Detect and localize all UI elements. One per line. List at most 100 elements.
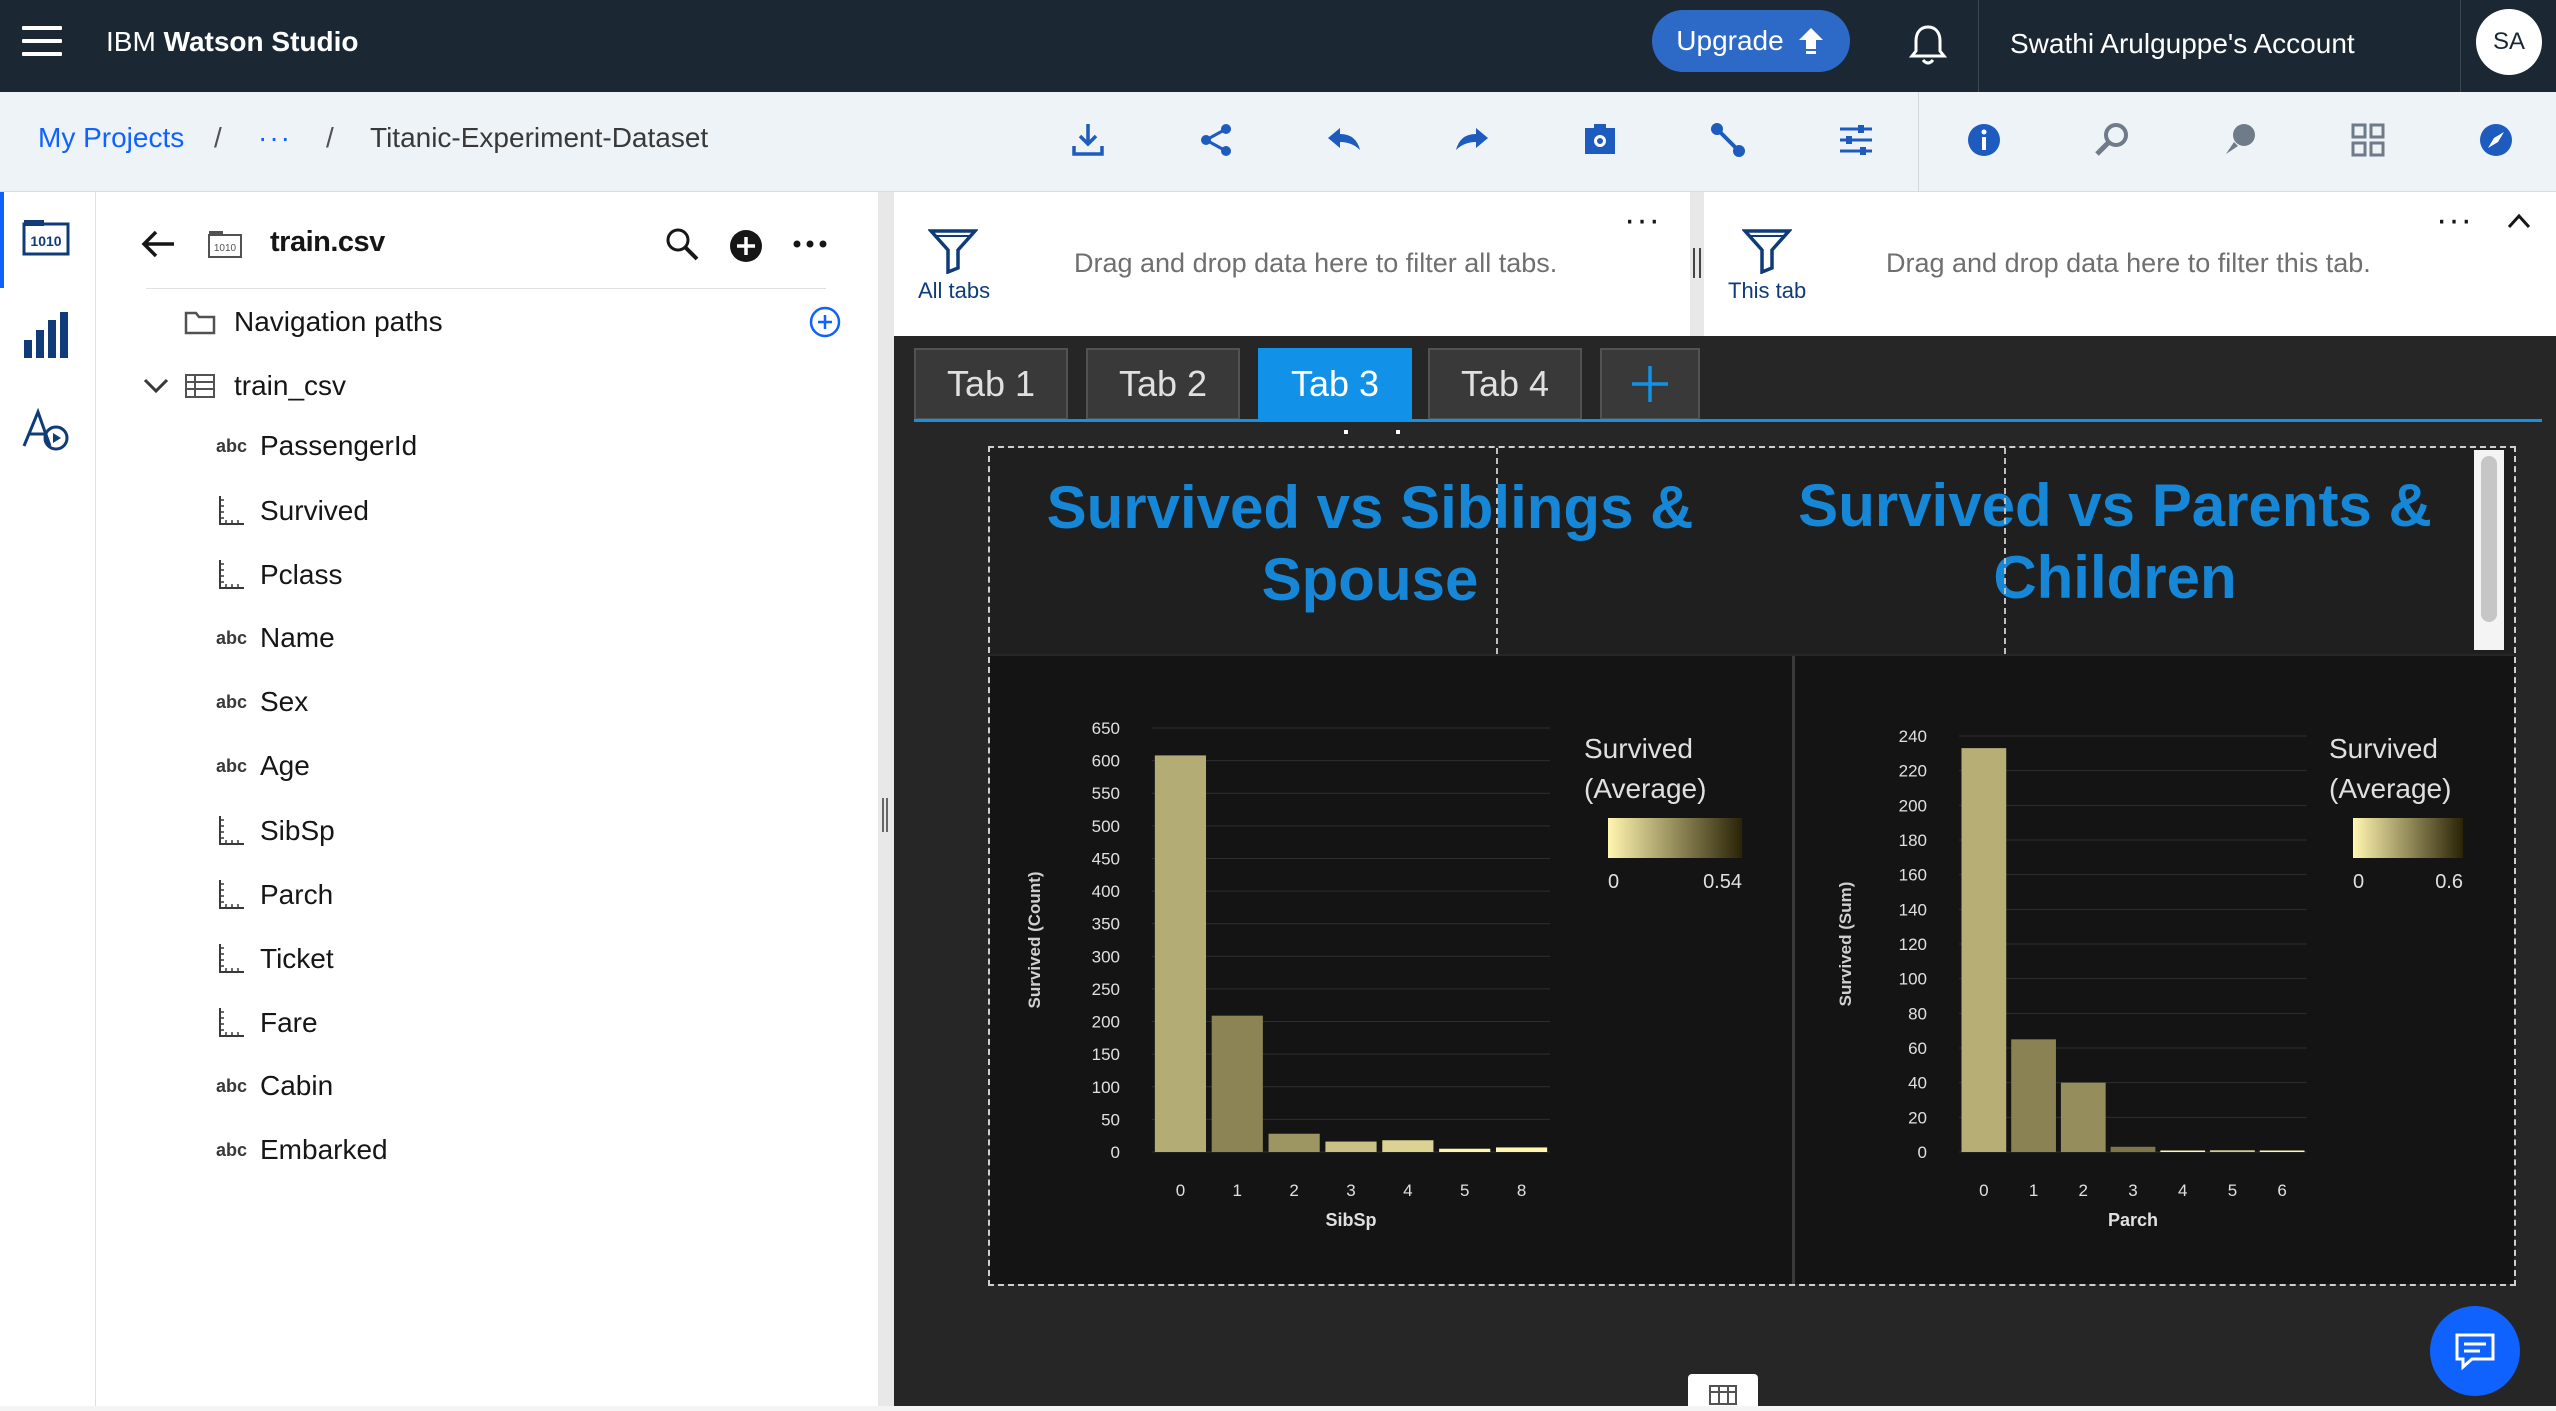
column-item[interactable]: Survived (216, 494, 369, 528)
brand-name: Watson Studio (163, 26, 359, 57)
breadcrumb-current: Titanic-Experiment-Dataset (370, 122, 709, 153)
chat-assist-icon[interactable] (2220, 120, 2260, 160)
tab-2[interactable]: Tab 2 (1086, 348, 1240, 420)
text-column-icon: abc (216, 1139, 248, 1160)
visualizations-icon[interactable] (22, 310, 70, 360)
upgrade-arrow-icon (1798, 28, 1823, 54)
column-item[interactable]: abc Name (216, 622, 335, 654)
column-label: Age (260, 750, 310, 781)
table-node-train-csv[interactable]: train_csv (142, 370, 346, 402)
column-label: Fare (260, 1007, 318, 1038)
more-options-icon[interactable] (792, 238, 828, 250)
data-tray-button[interactable] (1688, 1374, 1758, 1406)
filter-tab-more-icon[interactable]: ··· (2436, 203, 2473, 237)
account-switcher[interactable]: Swathi Arulguppe's Account (2010, 28, 2355, 60)
breadcrumb-separator: / (326, 122, 334, 153)
resize-handle[interactable] (1396, 430, 1400, 434)
connect-icon[interactable] (1708, 120, 1748, 160)
resize-handle[interactable] (1344, 430, 1348, 434)
navigation-paths-item[interactable]: Navigation paths (184, 306, 443, 338)
assistant-icon[interactable] (20, 406, 72, 454)
measure-column-icon (219, 496, 244, 525)
table-tray-icon (1709, 1385, 1737, 1405)
column-label: Name (260, 622, 335, 653)
table-label: train_csv (234, 370, 347, 401)
column-item[interactable]: abc PassengerId (216, 430, 417, 462)
add-navigation-path-icon[interactable] (808, 305, 842, 339)
column-label: Pclass (260, 559, 343, 590)
column-label: Sex (260, 686, 309, 717)
upgrade-button[interactable]: Upgrade (1652, 10, 1850, 72)
chevron-down-icon[interactable] (142, 376, 170, 396)
avatar[interactable]: SA (2476, 9, 2542, 75)
filter-all-more-icon[interactable]: ··· (1624, 203, 1661, 237)
column-item[interactable]: abc Age (216, 750, 310, 782)
column-item[interactable]: abc Sex (216, 686, 308, 718)
column-item[interactable]: SibSp (216, 814, 335, 848)
measure-column-icon (219, 816, 244, 845)
toolbar-divider (1918, 92, 1919, 192)
column-label: Ticket (260, 943, 334, 974)
rail-active-indicator (0, 192, 4, 288)
search-data-icon[interactable] (2092, 120, 2132, 160)
compass-icon[interactable] (2476, 120, 2516, 160)
plus-icon (1632, 366, 1668, 402)
back-arrow-icon[interactable] (140, 226, 180, 262)
text-column-icon: abc (216, 435, 248, 456)
tab-4[interactable]: Tab 4 (1428, 348, 1582, 420)
hamburger-menu-icon[interactable] (22, 26, 62, 62)
column-item[interactable]: abc Embarked (216, 1134, 388, 1166)
folder-icon (184, 311, 216, 335)
brand-prefix: IBM (106, 26, 156, 57)
tab-3[interactable]: Tab 3 (1258, 348, 1412, 420)
column-item[interactable]: Pclass (216, 558, 342, 592)
splitter-grip-icon[interactable] (882, 798, 888, 832)
filter-this-tab-area[interactable]: This tab Drag and drop data here to filt… (1704, 192, 2556, 336)
add-circle-icon[interactable] (728, 228, 764, 264)
breadcrumb-my-projects[interactable]: My Projects (38, 122, 184, 154)
column-label: PassengerId (260, 430, 418, 461)
panel-title: train.csv (270, 226, 385, 258)
tab-1[interactable]: Tab 1 (914, 348, 1068, 420)
measure-column-icon (219, 1008, 244, 1037)
screenshot-icon[interactable] (1580, 120, 1620, 160)
left-rail: 1010 (0, 192, 96, 1406)
text-column-icon: abc (216, 755, 248, 776)
redo-icon[interactable] (1452, 120, 1492, 160)
notification-bell-icon[interactable] (1906, 22, 1950, 68)
column-label: Parch (260, 879, 334, 910)
divider (2460, 0, 2461, 92)
column-label: SibSp (260, 815, 335, 846)
share-icon[interactable] (1196, 120, 1236, 160)
text-column-icon: abc (216, 1075, 248, 1096)
breadcrumb-ellipsis[interactable]: ··· (258, 122, 292, 154)
filter-splitter-grip-icon[interactable] (1693, 248, 1701, 278)
info-icon[interactable] (1964, 120, 2004, 160)
column-item[interactable]: Ticket (216, 942, 334, 976)
column-label: Embarked (260, 1134, 388, 1165)
filter-this-tab-label: This tab (1728, 278, 1807, 303)
chat-button[interactable] (2430, 1306, 2520, 1396)
undo-icon[interactable] (1324, 120, 1364, 160)
column-item[interactable]: Fare (216, 1006, 318, 1040)
settings-sliders-icon[interactable] (1836, 120, 1876, 160)
brand-title[interactable]: IBM Watson Studio (106, 26, 359, 58)
chat-icon (2455, 1333, 2495, 1371)
search-icon[interactable] (664, 226, 700, 262)
filter-all-tabs-label: All tabs (918, 278, 991, 303)
data-source-icon[interactable]: 1010 (22, 218, 70, 258)
download-icon[interactable] (1068, 120, 1108, 160)
filter-icon (928, 229, 978, 274)
filter-this-tab-hint: Drag and drop data here to filter this t… (1886, 248, 2371, 278)
column-item[interactable]: abc Cabin (216, 1070, 333, 1102)
svg-text:1010: 1010 (30, 233, 61, 249)
column-label: Survived (260, 495, 369, 526)
filter-icon (1742, 229, 1792, 274)
chevron-up-icon[interactable] (2506, 212, 2532, 230)
tab-underline (914, 419, 2542, 422)
column-item[interactable]: Parch (216, 878, 333, 912)
filter-all-tabs-area[interactable]: All tabs Drag and drop data here to filt… (894, 192, 1690, 336)
grid-icon[interactable] (2348, 120, 2388, 160)
panel-divider (146, 288, 826, 289)
add-tab-button[interactable] (1600, 348, 1700, 420)
